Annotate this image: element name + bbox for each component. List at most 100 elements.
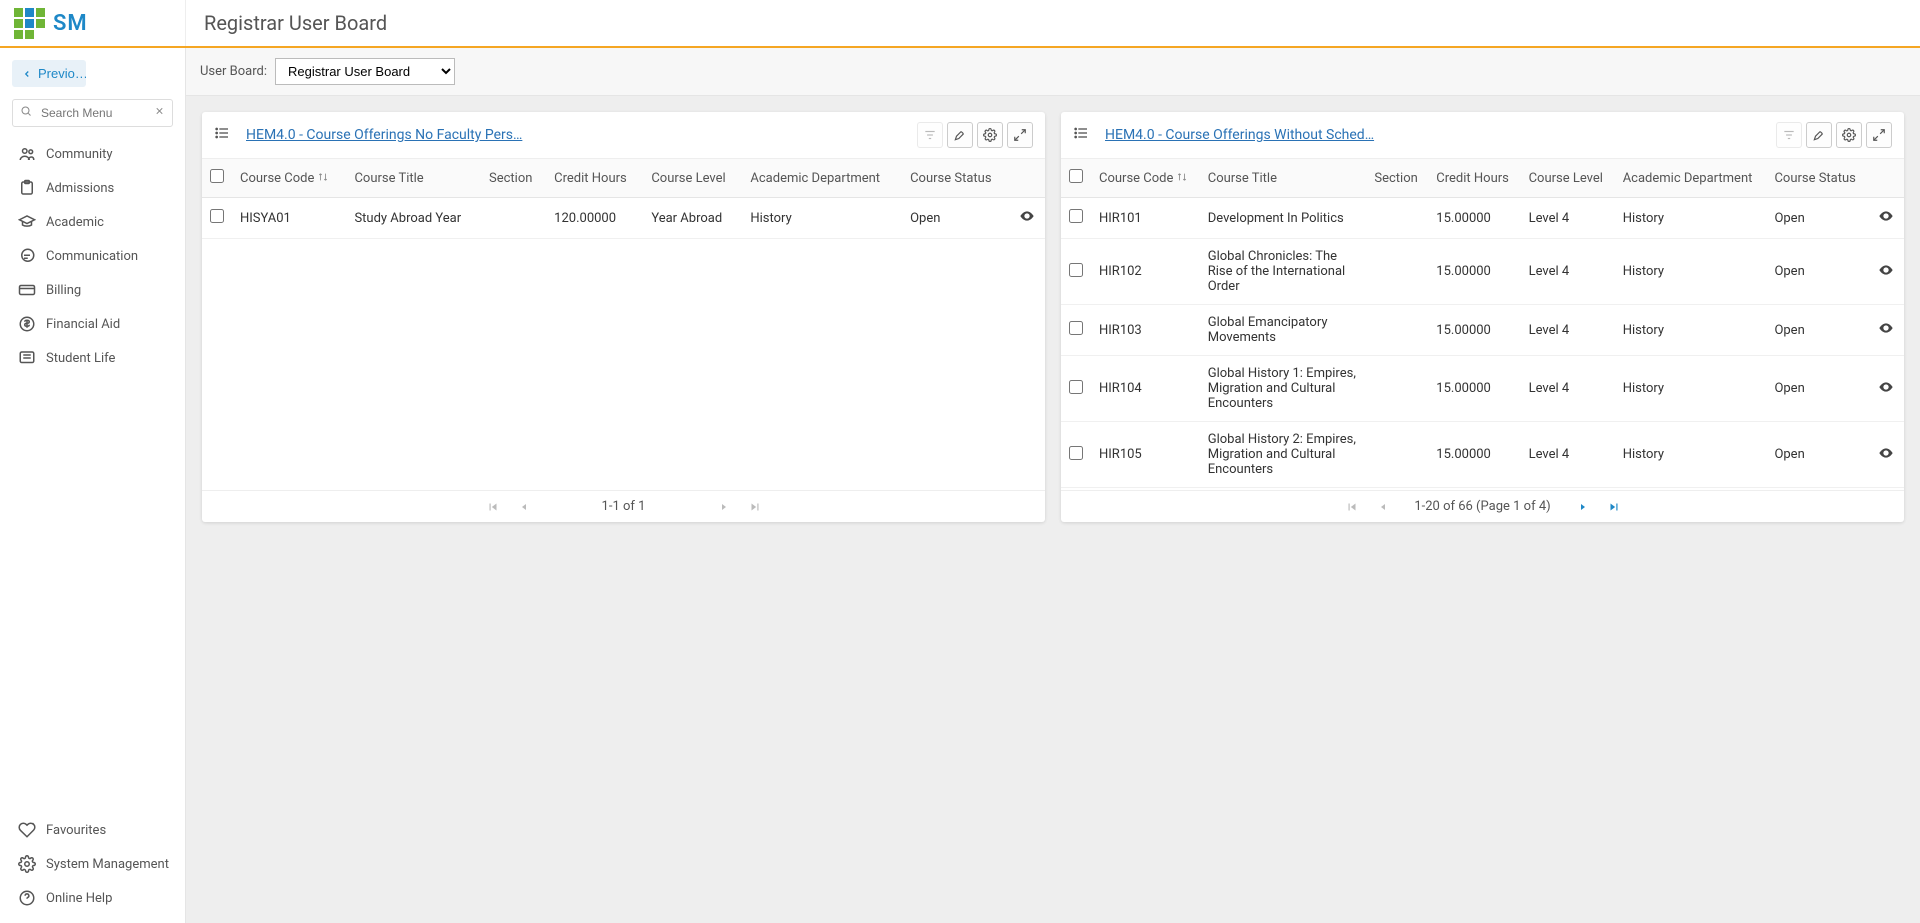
sidebar-item-gear[interactable]: System Management bbox=[12, 847, 173, 881]
row-checkbox[interactable] bbox=[1069, 209, 1083, 223]
table-row[interactable]: HIR102Global Chronicles: The Rise of the… bbox=[1061, 239, 1904, 305]
table-row[interactable]: HIR106Approaches to International Relati… bbox=[1061, 488, 1904, 491]
sidebar-item-billing[interactable]: Billing bbox=[12, 273, 173, 307]
previous-label: Previo… bbox=[38, 66, 86, 81]
col-header[interactable]: Course Title bbox=[346, 159, 481, 198]
table-row[interactable]: HIR101Development In Politics15.00000Lev… bbox=[1061, 198, 1904, 239]
card-0: HEM4.0 - Course Offerings No Faculty Per… bbox=[202, 112, 1045, 522]
col-header[interactable]: Section bbox=[1366, 159, 1428, 198]
cell-dept: History bbox=[1615, 239, 1767, 305]
sidebar-item-label: Admissions bbox=[46, 181, 114, 196]
cell-dept: History bbox=[1615, 356, 1767, 422]
cell-credit: 15.00000 bbox=[1428, 198, 1520, 239]
view-row-button[interactable] bbox=[1868, 422, 1904, 488]
settings-button[interactable] bbox=[1836, 122, 1862, 148]
col-header[interactable]: Course Level bbox=[643, 159, 742, 198]
sidebar-item-admissions[interactable]: Admissions bbox=[12, 171, 173, 205]
card-title-link[interactable]: HEM4.0 - Course Offerings Without Sched… bbox=[1105, 127, 1768, 143]
tools-button[interactable] bbox=[1806, 122, 1832, 148]
sidebar-item-communication[interactable]: Communication bbox=[12, 239, 173, 273]
row-checkbox[interactable] bbox=[1069, 263, 1083, 277]
sidebar-item-community[interactable]: Community bbox=[12, 137, 173, 171]
search-icon bbox=[20, 105, 32, 121]
previous-button[interactable]: Previo… bbox=[12, 60, 86, 87]
expand-button[interactable] bbox=[1866, 122, 1892, 148]
col-header[interactable]: Credit Hours bbox=[1428, 159, 1520, 198]
pager-next-button[interactable] bbox=[1577, 501, 1589, 513]
cell-credit: 15.00000 bbox=[1428, 422, 1520, 488]
pager-prev-button bbox=[1377, 501, 1389, 513]
cell-title: Global Chronicles: The Rise of the Inter… bbox=[1200, 239, 1367, 305]
row-checkbox[interactable] bbox=[1069, 321, 1083, 335]
student-life-icon bbox=[16, 349, 38, 367]
col-header[interactable]: Course Title bbox=[1200, 159, 1367, 198]
col-header[interactable]: Course Code bbox=[1091, 159, 1200, 198]
select-all-checkbox[interactable] bbox=[210, 169, 224, 183]
brand-text: SM bbox=[53, 11, 88, 36]
row-checkbox[interactable] bbox=[1069, 446, 1083, 460]
expand-button[interactable] bbox=[1007, 122, 1033, 148]
col-header[interactable]: Academic Department bbox=[742, 159, 902, 198]
sidebar-item-help[interactable]: Online Help bbox=[12, 881, 173, 915]
brand-logo[interactable]: SM bbox=[0, 0, 186, 46]
cell-status: Open bbox=[1766, 198, 1868, 239]
view-row-button[interactable] bbox=[1868, 239, 1904, 305]
row-checkbox[interactable] bbox=[210, 209, 224, 223]
cell-dept: History bbox=[742, 198, 902, 239]
sidebar-item-label: Financial Aid bbox=[46, 317, 120, 332]
table-row[interactable]: HIR104Global History 1: Empires, Migrati… bbox=[1061, 356, 1904, 422]
cell-title: Approaches to International Relations bbox=[1200, 488, 1367, 491]
table-row[interactable]: HISYA01Study Abroad Year120.00000Year Ab… bbox=[202, 198, 1045, 239]
settings-button[interactable] bbox=[977, 122, 1003, 148]
col-header[interactable]: Academic Department bbox=[1615, 159, 1767, 198]
cell-level: Level 4 bbox=[1521, 422, 1615, 488]
col-header[interactable]: Course Level bbox=[1521, 159, 1615, 198]
cell-credit: 15.00000 bbox=[1428, 488, 1520, 491]
list-icon[interactable] bbox=[1073, 125, 1089, 145]
col-header[interactable]: Credit Hours bbox=[546, 159, 643, 198]
tools-button[interactable] bbox=[947, 122, 973, 148]
cell-code: HISYA01 bbox=[232, 198, 346, 239]
cell-code: HIR106 bbox=[1091, 488, 1200, 491]
sidebar: Previo… Community Admissions Academic Commu… bbox=[0, 48, 186, 923]
view-row-button[interactable] bbox=[1868, 488, 1904, 491]
search-input[interactable] bbox=[12, 99, 173, 127]
row-checkbox[interactable] bbox=[1069, 380, 1083, 394]
cell-level: Level 4 bbox=[1521, 239, 1615, 305]
card-title-link[interactable]: HEM4.0 - Course Offerings No Faculty Per… bbox=[246, 127, 909, 143]
pager-prev-button bbox=[518, 501, 530, 513]
table-row[interactable]: HIR105Global History 2: Empires, Migrati… bbox=[1061, 422, 1904, 488]
sidebar-item-label: System Management bbox=[46, 857, 169, 872]
view-row-button[interactable] bbox=[1868, 356, 1904, 422]
pager-info: 1-20 of 66 (Page 1 of 4) bbox=[1413, 499, 1553, 514]
sidebar-item-heart[interactable]: Favourites bbox=[12, 813, 173, 847]
close-icon[interactable] bbox=[154, 106, 165, 121]
pager-last-button[interactable] bbox=[1607, 500, 1621, 514]
table-row[interactable]: HIR103Global Emancipatory Movements15.00… bbox=[1061, 305, 1904, 356]
col-header[interactable]: Course Status bbox=[902, 159, 1009, 198]
filter-button bbox=[917, 122, 943, 148]
view-row-button[interactable] bbox=[1868, 198, 1904, 239]
view-row-button[interactable] bbox=[1009, 198, 1045, 239]
cell-level: Level 4 bbox=[1521, 198, 1615, 239]
sidebar-item-financial-aid[interactable]: Financial Aid bbox=[12, 307, 173, 341]
col-header[interactable]: Section bbox=[481, 159, 546, 198]
sidebar-item-academic[interactable]: Academic bbox=[12, 205, 173, 239]
cell-status: Open bbox=[1766, 422, 1868, 488]
sidebar-item-label: Student Life bbox=[46, 351, 115, 366]
col-header[interactable]: Course Code bbox=[232, 159, 346, 198]
cell-status: Open bbox=[1766, 488, 1868, 491]
card-1: HEM4.0 - Course Offerings Without Sched…… bbox=[1061, 112, 1904, 522]
help-icon bbox=[16, 889, 38, 907]
select-all-checkbox[interactable] bbox=[1069, 169, 1083, 183]
cell-section bbox=[1366, 305, 1428, 356]
pager-next-button bbox=[718, 501, 730, 513]
user-board-select[interactable]: Registrar User Board bbox=[275, 58, 455, 85]
filter-button bbox=[1776, 122, 1802, 148]
cell-dept: History bbox=[1615, 305, 1767, 356]
sidebar-item-student-life[interactable]: Student Life bbox=[12, 341, 173, 375]
sidebar-item-label: Academic bbox=[46, 215, 104, 230]
list-icon[interactable] bbox=[214, 125, 230, 145]
view-row-button[interactable] bbox=[1868, 305, 1904, 356]
col-header[interactable]: Course Status bbox=[1766, 159, 1868, 198]
